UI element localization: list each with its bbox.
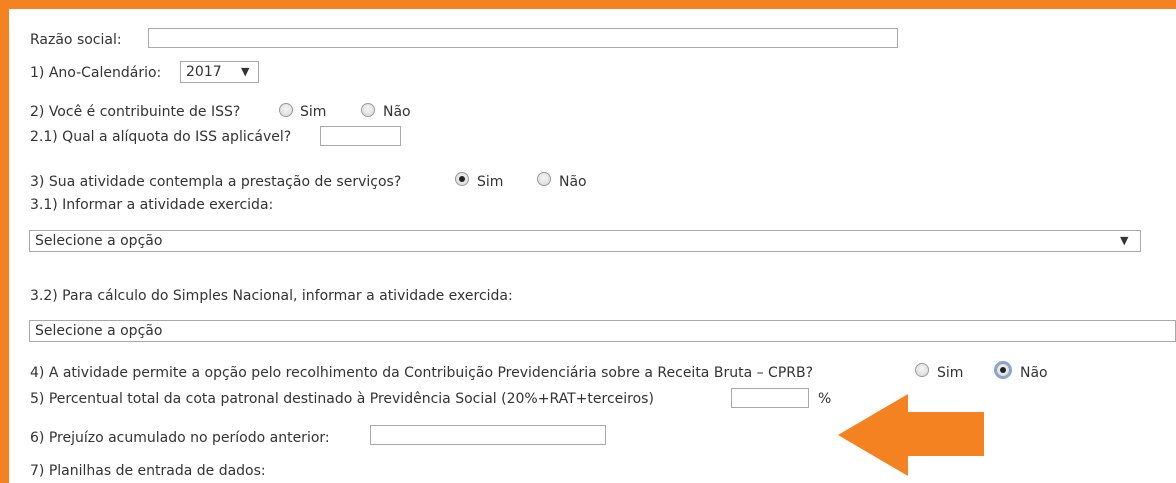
simples-atividade-value: Selecione a opção bbox=[35, 323, 163, 339]
iss-question-label: 2) Você é contribuinte de ISS? bbox=[30, 104, 241, 120]
caret-down-icon: ▼ bbox=[1120, 234, 1129, 247]
cprb-sim-label: Sim bbox=[937, 365, 964, 381]
atividade-exercida-select[interactable]: Selecione a opção ▼ bbox=[29, 230, 1141, 252]
servicos-nao-radio[interactable] bbox=[537, 172, 551, 186]
caret-down-icon: ▼ bbox=[241, 65, 250, 78]
iss-aliquota-label: 2.1) Qual a alíquota do ISS aplicável? bbox=[30, 129, 292, 145]
servicos-sim-label: Sim bbox=[477, 174, 504, 190]
cprb-nao-label: Não bbox=[1020, 365, 1048, 381]
cprb-nao-radio[interactable] bbox=[996, 363, 1010, 377]
servicos-question-label: 3) Sua atividade contempla a prestação d… bbox=[30, 174, 402, 190]
atividade-exercida-value: Selecione a opção bbox=[35, 233, 163, 249]
frame-border-top bbox=[0, 0, 1176, 9]
iss-aliquota-input[interactable] bbox=[320, 126, 401, 146]
iss-nao-label: Não bbox=[383, 104, 411, 120]
ano-calendario-select[interactable]: 2017 ▼ bbox=[180, 61, 259, 83]
cota-patronal-input[interactable] bbox=[731, 388, 809, 408]
razao-social-input[interactable] bbox=[148, 28, 898, 48]
planilhas-label: 7) Planilhas de entrada de dados: bbox=[30, 463, 266, 479]
cota-patronal-label: 5) Percentual total da cota patronal des… bbox=[30, 391, 654, 407]
cota-patronal-unit: % bbox=[818, 391, 832, 407]
ano-calendario-value: 2017 bbox=[186, 64, 222, 80]
simples-atividade-label: 3.2) Para cálculo do Simples Nacional, i… bbox=[30, 288, 513, 304]
razao-social-label: Razão social: bbox=[30, 32, 122, 48]
arrow-left-icon bbox=[838, 394, 984, 476]
iss-sim-label: Sim bbox=[300, 104, 327, 120]
prejuizo-input[interactable] bbox=[370, 425, 606, 445]
simples-atividade-select[interactable]: Selecione a opção bbox=[29, 320, 1176, 342]
iss-sim-radio[interactable] bbox=[279, 103, 293, 117]
servicos-nao-label: Não bbox=[559, 174, 587, 190]
prejuizo-label: 6) Prejuízo acumulado no período anterio… bbox=[30, 430, 330, 446]
iss-nao-radio[interactable] bbox=[361, 103, 375, 117]
servicos-sim-radio[interactable] bbox=[455, 172, 469, 186]
frame-border-left bbox=[0, 0, 9, 483]
cprb-sim-radio[interactable] bbox=[915, 363, 929, 377]
atividade-exercida-label: 3.1) Informar a atividade exercida: bbox=[30, 197, 274, 213]
cprb-question-label: 4) A atividade permite a opção pelo reco… bbox=[30, 365, 814, 381]
ano-calendario-label: 1) Ano-Calendário: bbox=[30, 65, 162, 81]
